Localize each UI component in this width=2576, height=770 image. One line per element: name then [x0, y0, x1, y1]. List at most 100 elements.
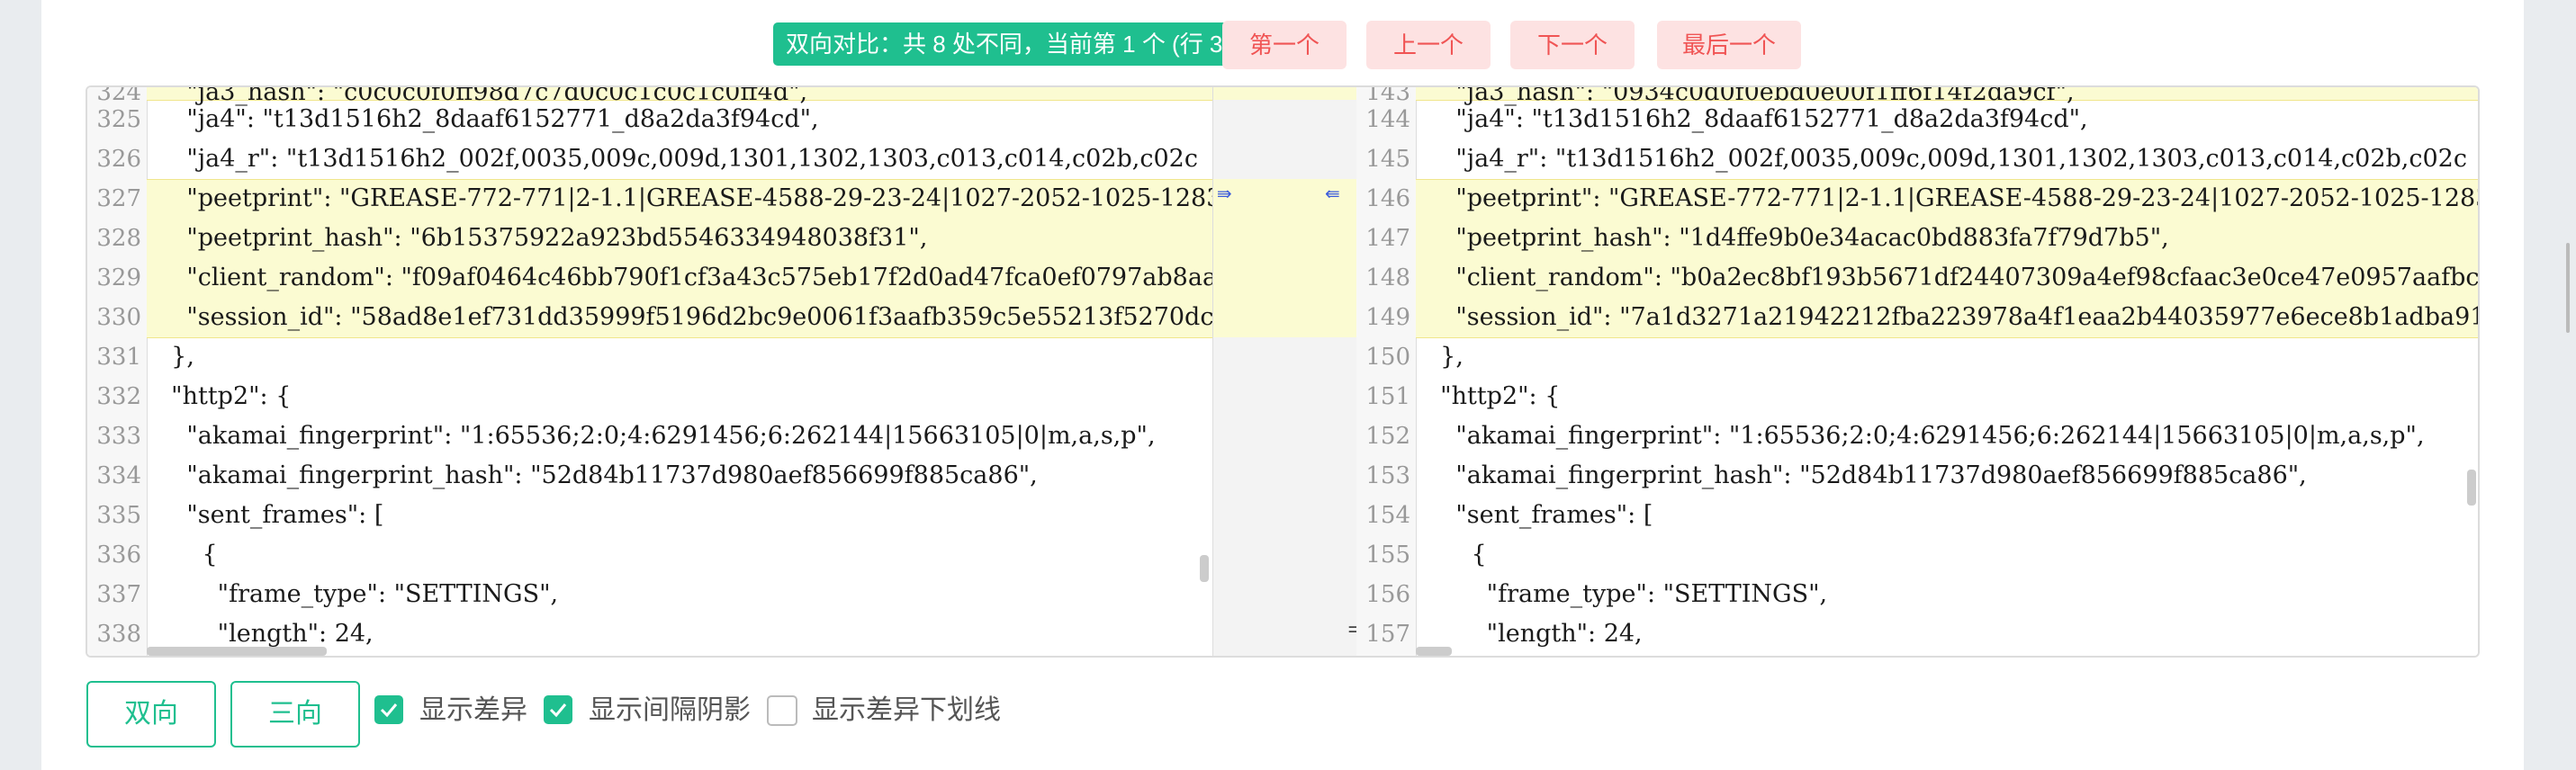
line-text: "ja4_r": "t13d1516h2_002f,0035,009c,009d…	[156, 145, 1198, 173]
push-right-arrow-icon[interactable]: ⇛	[1217, 183, 1232, 204]
left-editor-pane[interactable]: 324 "ja3_hash": "c0c0c0f0ff98d7c7d0c0c1c…	[87, 87, 1212, 656]
line-number: 329	[96, 264, 141, 291]
line-text: "ja4": "t13d1516h2_8daaf6152771_d8a2da3f…	[156, 105, 819, 133]
code-line: 333 "akamai_fingerprint": "1:65536;2:0;4…	[87, 416, 1212, 456]
left-vertical-scrollbar[interactable]	[1200, 555, 1209, 582]
code-line: 337 "frame_type": "SETTINGS",	[87, 575, 1212, 614]
line-text: "akamai_fingerprint": "1:65536;2:0;4:629…	[1425, 422, 2425, 450]
show-gap-shading-label[interactable]: 显示间隔阴影	[589, 694, 751, 728]
line-number: 328	[96, 225, 141, 252]
line-text: "peetprint": "GREASE-772-771|2-1.1|GREAS…	[1425, 184, 2478, 212]
line-text: "akamai_fingerprint_hash": "52d84b11737d…	[1425, 461, 2307, 489]
line-number: 326	[96, 146, 141, 173]
line-number: 332	[96, 383, 141, 410]
code-line: 146 "peetprint": "GREASE-772-771|2-1.1|G…	[1356, 179, 2478, 219]
line-number: 152	[1365, 423, 1410, 450]
left-horizontal-scrollbar[interactable]	[147, 647, 327, 656]
code-line: 331 },	[87, 337, 1212, 377]
line-number: 147	[1365, 225, 1410, 252]
code-line: 150 },	[1356, 337, 2478, 377]
line-text: "ja4_r": "t13d1516h2_002f,0035,009c,009d…	[1425, 145, 2467, 173]
code-line: 328 "peetprint_hash": "6b15375922a923bd5…	[87, 219, 1212, 258]
code-line: 330 "session_id": "58ad8e1ef731dd35999f5…	[87, 298, 1212, 337]
code-line: 334 "akamai_fingerprint_hash": "52d84b11…	[87, 456, 1212, 496]
line-number: 144	[1365, 106, 1410, 133]
line-text: "session_id": "58ad8e1ef731dd35999f5196d…	[156, 303, 1212, 331]
code-line: 325 "ja4": "t13d1516h2_8daaf6152771_d8a2…	[87, 100, 1212, 139]
right-vertical-scrollbar[interactable]	[2467, 470, 2476, 506]
line-text: "client_random": "b0a2ec8bf193b5671df244…	[1425, 264, 2478, 291]
push-left-arrow-icon[interactable]: ⇚	[1325, 183, 1340, 204]
right-editor-pane[interactable]: 143 "ja3_hash": "0934c0d0f0ebd0e00f1ff6f…	[1356, 87, 2478, 656]
code-line: 151 "http2": {	[1356, 377, 2478, 416]
show-diff-label[interactable]: 显示差异	[419, 694, 527, 728]
two-way-mode-button[interactable]: 双向	[86, 681, 216, 748]
code-line: 149 "session_id": "7a1d3271a21942212fba2…	[1356, 298, 2478, 337]
show-diff-underline-label[interactable]: 显示差异下划线	[812, 694, 1001, 728]
line-number: 337	[96, 581, 141, 608]
code-line: 156 "frame_type": "SETTINGS",	[1356, 575, 2478, 614]
gap-changed-connector	[1213, 87, 1357, 100]
code-line: 336 {	[87, 535, 1212, 575]
code-line: 145 "ja4_r": "t13d1516h2_002f,0035,009c,…	[1356, 139, 2478, 179]
last-diff-button[interactable]: 最后一个	[1657, 21, 1801, 69]
show-diff-checkbox[interactable]	[374, 695, 403, 724]
prev-diff-button[interactable]: 上一个	[1366, 21, 1491, 69]
checkmark-icon	[549, 703, 567, 718]
code-line: 332 "http2": {	[87, 377, 1212, 416]
line-text: },	[1425, 343, 1464, 371]
line-text: "ja4": "t13d1516h2_8daaf6152771_d8a2da3f…	[1425, 105, 2088, 133]
line-text: "session_id": "7a1d3271a21942212fba22397…	[1425, 303, 2478, 331]
code-line: 148 "client_random": "b0a2ec8bf193b5671d…	[1356, 258, 2478, 298]
code-line: 329 "client_random": "f09af0464c46bb790f…	[87, 258, 1212, 298]
line-text: "frame_type": "SETTINGS",	[156, 580, 559, 608]
line-number: 153	[1365, 462, 1410, 489]
next-diff-button[interactable]: 下一个	[1510, 21, 1635, 69]
show-diff-underline-checkbox[interactable]	[767, 695, 797, 726]
merge-view: 324 "ja3_hash": "c0c0c0f0ff98d7c7d0c0c1c…	[86, 85, 2480, 658]
line-text: "akamai_fingerprint_hash": "52d84b11737d…	[156, 461, 1038, 489]
code-line: 335 "sent_frames": [	[87, 496, 1212, 535]
line-text: "http2": {	[156, 382, 292, 410]
line-number: 155	[1365, 542, 1410, 569]
line-number: 336	[96, 542, 141, 569]
right-line-list: 143 "ja3_hash": "0934c0d0f0ebd0e00f1ff6f…	[1356, 87, 2478, 656]
line-text: "peetprint_hash": "6b15375922a923bd55463…	[156, 224, 928, 252]
code-line: 155 {	[1356, 535, 2478, 575]
line-text: },	[156, 343, 194, 371]
code-line: 153 "akamai_fingerprint_hash": "52d84b11…	[1356, 456, 2478, 496]
line-text: {	[156, 541, 218, 569]
line-number: 145	[1365, 146, 1410, 173]
line-number: 330	[96, 304, 141, 331]
line-number: 333	[96, 423, 141, 450]
line-text: "sent_frames": [	[1425, 501, 1653, 529]
diff-status-badge: 双向对比：共 8 处不同，当前第 1 个 (行 3)	[773, 22, 1244, 66]
line-text: "client_random": "f09af0464c46bb790f1cf3…	[156, 264, 1212, 291]
show-gap-shading-checkbox[interactable]	[544, 695, 572, 724]
line-text: "peetprint": "GREASE-772-771|2-1.1|GREAS…	[156, 184, 1212, 212]
first-diff-button[interactable]: 第一个	[1222, 21, 1347, 69]
line-number: 154	[1365, 502, 1410, 529]
three-way-mode-button[interactable]: 三向	[230, 681, 360, 748]
code-line: 157 "length": 24,	[1356, 614, 2478, 654]
merge-gap-column: ⇛ ⇚	[1212, 87, 1358, 656]
line-number: 157	[1365, 621, 1410, 648]
line-text: "length": 24,	[1425, 620, 1643, 648]
line-number: 151	[1365, 383, 1410, 410]
line-number: 146	[1365, 185, 1410, 212]
line-number: 150	[1365, 344, 1410, 371]
line-number: 156	[1365, 581, 1410, 608]
code-line: 152 "akamai_fingerprint": "1:65536;2:0;4…	[1356, 416, 2478, 456]
line-number: 325	[96, 106, 141, 133]
line-text: "sent_frames": [	[156, 501, 384, 529]
left-line-list: 324 "ja3_hash": "c0c0c0f0ff98d7c7d0c0c1c…	[87, 87, 1212, 656]
checkmark-icon	[380, 703, 398, 718]
window-scrollbar[interactable]	[2566, 243, 2570, 333]
line-text: "akamai_fingerprint": "1:65536;2:0;4:629…	[156, 422, 1156, 450]
line-text: "frame_type": "SETTINGS",	[1425, 580, 1828, 608]
code-line: 147 "peetprint_hash": "1d4ffe9b0e34acac0…	[1356, 219, 2478, 258]
code-line: 154 "sent_frames": [	[1356, 496, 2478, 535]
line-number: 327	[96, 185, 141, 212]
code-line: 144 "ja4": "t13d1516h2_8daaf6152771_d8a2…	[1356, 100, 2478, 139]
right-horizontal-scrollbar[interactable]	[1416, 647, 1452, 656]
